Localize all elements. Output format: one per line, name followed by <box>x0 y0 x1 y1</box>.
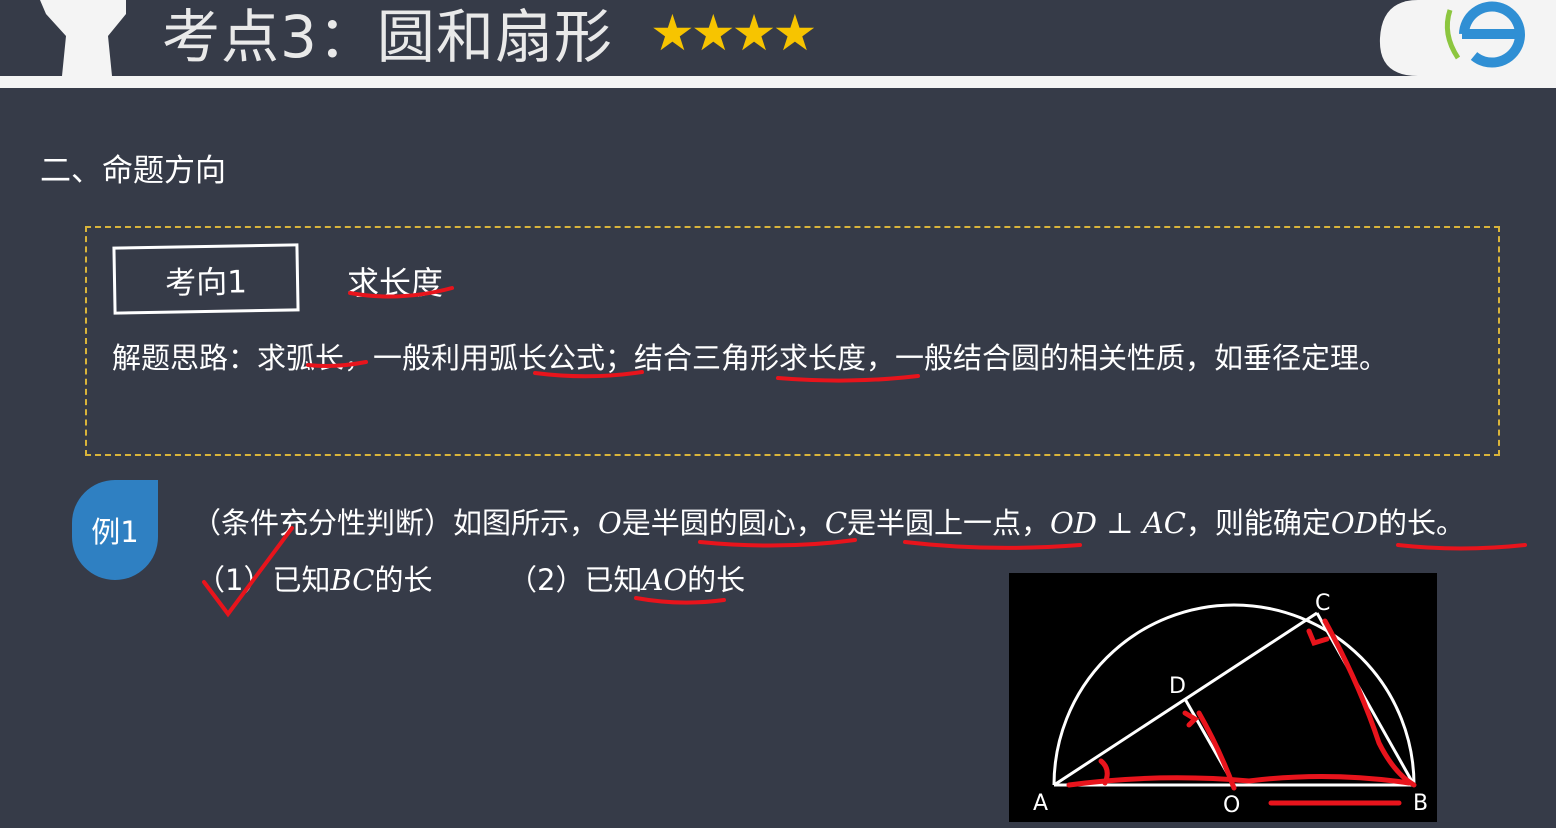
option-text: （2）已知 <box>508 563 643 597</box>
example-badge-label: 例1 <box>91 515 139 549</box>
option-1: （1）已知BC的长 <box>196 557 433 599</box>
option-text: 的长 <box>687 563 746 597</box>
math-OD: OD <box>1330 506 1378 540</box>
label-B: B <box>1413 791 1428 816</box>
solution-hint: 解题思路：求弧长，一般利用弧长公式；结合三角形求长度，一般结合圆的相关性质，如垂… <box>112 341 1389 375</box>
chord-BC <box>1315 612 1416 786</box>
label-C: C <box>1315 591 1330 616</box>
question-text: ，则能确定 <box>1185 506 1331 540</box>
geometry-figure: A B C D O <box>1009 573 1437 822</box>
direction-tag: 考向1 <box>112 243 300 315</box>
example-badge: 例1 <box>72 480 158 580</box>
direction-title: 求长度 <box>347 264 444 302</box>
question-text: （条件充分性判断）如图所示， <box>192 506 599 540</box>
label-O: O <box>1223 793 1240 818</box>
label-A: A <box>1033 791 1048 816</box>
slide-title: 考点3：圆和扇形 <box>162 3 613 71</box>
math-condition: OD ⊥ AC <box>1050 506 1186 540</box>
example-question: （条件充分性判断）如图所示，O是半圆的圆心，C是半圆上一点，OD ⊥ AC，则能… <box>192 500 1465 542</box>
direction-tag-label: 考向1 <box>164 263 248 302</box>
question-text: 是半圆上一点， <box>847 506 1051 540</box>
header-divider <box>0 76 1556 88</box>
question-text: 是半圆的圆心， <box>621 506 825 540</box>
difficulty-stars: ★★★★ <box>650 4 817 62</box>
math-C: C <box>824 506 848 540</box>
option-text: 的长 <box>374 563 433 597</box>
math-BC: BC <box>330 563 375 597</box>
option-2: （2）已知AO的长 <box>508 557 745 599</box>
math-AO: AO <box>642 563 688 597</box>
question-text: 的长。 <box>1377 506 1465 540</box>
math-O: O <box>598 506 622 540</box>
brand-logo <box>1378 0 1556 80</box>
podium-icon <box>40 0 126 76</box>
option-text: （1）已知 <box>196 563 331 597</box>
section-heading: 二、命题方向 <box>40 153 226 189</box>
label-D: D <box>1169 674 1186 699</box>
